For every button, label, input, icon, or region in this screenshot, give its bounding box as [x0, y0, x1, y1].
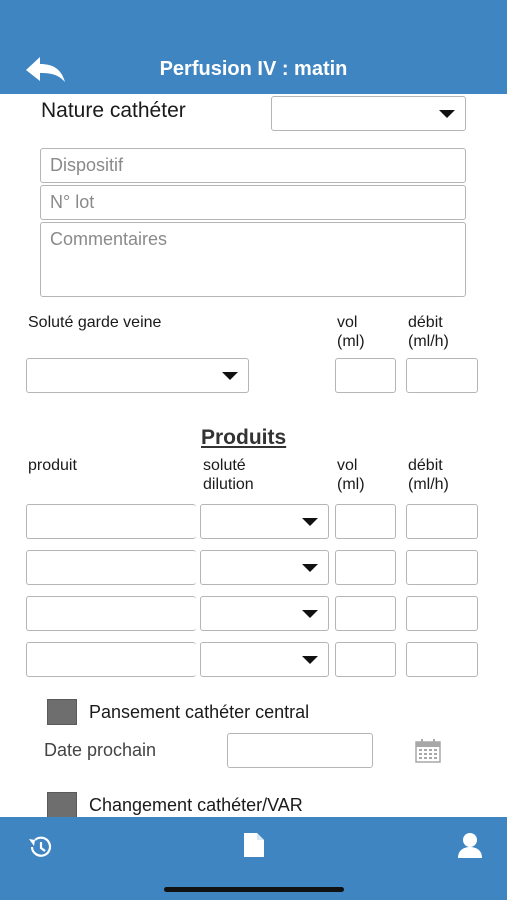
lot-input[interactable]	[41, 186, 465, 219]
vol-label-line2: (ml)	[337, 333, 365, 350]
produit-vol-input[interactable]	[336, 643, 395, 676]
vol-label-line1: vol	[337, 314, 358, 331]
produit-debit-input[interactable]	[407, 505, 477, 538]
solute-dilution-select[interactable]	[200, 550, 329, 585]
produit-vol-field[interactable]	[335, 596, 396, 631]
col-debit-line1: débit	[408, 457, 443, 474]
produit-field[interactable]	[26, 504, 196, 539]
col-solute-line1: soluté	[203, 457, 246, 474]
chevron-down-icon	[302, 563, 318, 572]
produit-input[interactable]	[27, 551, 196, 584]
pansement-checkbox[interactable]	[47, 699, 77, 725]
col-produit-label: produit	[28, 457, 77, 474]
chevron-down-icon	[302, 517, 318, 526]
col-solute-line2: dilution	[203, 476, 254, 493]
solute-dilution-select[interactable]	[200, 504, 329, 539]
solute-debit-field[interactable]	[406, 358, 478, 393]
produit-debit-input[interactable]	[407, 643, 477, 676]
dispositif-input[interactable]	[41, 149, 465, 182]
nature-catheter-value	[272, 97, 465, 130]
home-indicator	[164, 887, 344, 892]
solute-dilution-select[interactable]	[200, 596, 329, 631]
solute-garde-veine-select[interactable]	[26, 358, 249, 393]
produit-debit-field[interactable]	[406, 642, 478, 677]
solute-garde-veine-label: Soluté garde veine	[28, 314, 162, 331]
produit-field[interactable]	[26, 550, 196, 585]
tab-history[interactable]	[26, 834, 54, 860]
debit-label: débit (ml/h)	[408, 313, 449, 351]
solute-vol-field[interactable]	[335, 358, 396, 393]
chevron-down-icon	[302, 655, 318, 664]
page-title: Perfusion IV : matin	[159, 58, 348, 80]
produit-field[interactable]	[26, 596, 196, 631]
produit-field[interactable]	[26, 642, 196, 677]
tab-document[interactable]	[243, 832, 265, 858]
calendar-button[interactable]	[414, 738, 442, 764]
solute-vol-input[interactable]	[336, 359, 395, 392]
solute-dilution-select[interactable]	[200, 642, 329, 677]
changement-label: Changement cathéter/VAR	[89, 795, 303, 815]
produit-vol-field[interactable]	[335, 504, 396, 539]
produit-vol-field[interactable]	[335, 642, 396, 677]
lot-field[interactable]	[40, 185, 466, 220]
date-prochain-field[interactable]	[227, 733, 373, 768]
col-solute-label: soluté dilution	[203, 456, 254, 494]
produit-input[interactable]	[27, 597, 196, 630]
debit-label-line2: (ml/h)	[408, 333, 449, 350]
chevron-down-icon	[439, 109, 455, 118]
solute-debit-input[interactable]	[407, 359, 477, 392]
produit-debit-field[interactable]	[406, 504, 478, 539]
produit-vol-input[interactable]	[336, 505, 395, 538]
col-debit-line2: (ml/h)	[408, 476, 449, 493]
commentaires-input[interactable]	[41, 223, 465, 296]
produit-debit-input[interactable]	[407, 551, 477, 584]
col-vol-line2: (ml)	[337, 476, 365, 493]
date-prochain-label: Date prochain	[44, 740, 157, 760]
produit-debit-input[interactable]	[407, 597, 477, 630]
debit-label-line1: débit	[408, 314, 443, 331]
pansement-label: Pansement cathéter central	[89, 702, 310, 722]
produit-input[interactable]	[27, 643, 196, 676]
produit-vol-input[interactable]	[336, 551, 395, 584]
produit-vol-input[interactable]	[336, 597, 395, 630]
calendar-icon	[415, 739, 441, 763]
nature-catheter-select[interactable]	[271, 96, 466, 131]
dispositif-field[interactable]	[40, 148, 466, 183]
changement-checkbox[interactable]	[47, 792, 77, 818]
chevron-down-icon	[302, 609, 318, 618]
user-icon	[458, 833, 482, 858]
produit-debit-field[interactable]	[406, 596, 478, 631]
chevron-down-icon	[222, 371, 238, 380]
vol-label: vol (ml)	[337, 313, 365, 351]
commentaires-field[interactable]	[40, 222, 466, 297]
col-vol-line1: vol	[337, 457, 358, 474]
header-bar: Perfusion IV : matin	[0, 0, 507, 94]
produit-vol-field[interactable]	[335, 550, 396, 585]
date-prochain-input[interactable]	[228, 734, 372, 767]
col-debit-label: débit (ml/h)	[408, 456, 449, 494]
produit-input[interactable]	[27, 505, 196, 538]
nature-catheter-label: Nature cathéter	[41, 99, 186, 122]
document-icon	[244, 833, 264, 857]
tab-user[interactable]	[456, 831, 484, 859]
produits-title: Produits	[201, 426, 287, 449]
produit-debit-field[interactable]	[406, 550, 478, 585]
history-icon	[29, 836, 52, 857]
col-vol-label: vol (ml)	[337, 456, 365, 494]
